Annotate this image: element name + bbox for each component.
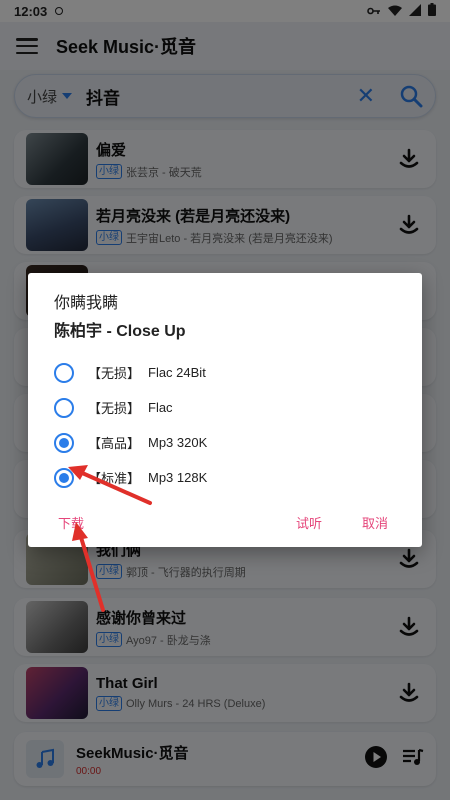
quality-dialog: 你瞒我瞒 陈柏宇 - Close Up 【无损】 Flac 24Bit 【无损】… <box>28 273 422 547</box>
quality-tag: 【高品】 <box>88 436 141 451</box>
radio-button[interactable] <box>54 397 74 418</box>
quality-label: Mp3 320K <box>148 435 208 450</box>
dialog-subtitle: 陈柏宇 - Close Up <box>54 323 186 340</box>
quality-label: Flac 24Bit <box>148 365 206 380</box>
cancel-button[interactable]: 取消 <box>362 513 388 532</box>
quality-tag: 【无损】 <box>88 366 141 381</box>
quality-tag: 【无损】 <box>88 401 141 416</box>
quality-tag: 【标准】 <box>88 471 141 486</box>
radio-button[interactable] <box>54 362 74 383</box>
quality-options: 【无损】 Flac 24Bit 【无损】 Flac 【高品】 Mp3 320K … <box>54 355 396 495</box>
radio-button-selected[interactable] <box>54 467 74 488</box>
quality-option[interactable]: 【无损】 Flac 24Bit <box>54 355 396 390</box>
preview-button[interactable]: 试听 <box>296 513 322 532</box>
dialog-title: 你瞒我瞒 <box>54 295 119 312</box>
quality-option[interactable]: 【无损】 Flac <box>54 390 396 425</box>
quality-option[interactable]: 【标准】 Mp3 128K <box>54 460 396 495</box>
quality-label: Flac <box>148 400 173 415</box>
radio-button[interactable] <box>54 432 74 453</box>
quality-label: Mp3 128K <box>148 470 208 485</box>
quality-option[interactable]: 【高品】 Mp3 320K <box>54 425 396 460</box>
download-button[interactable]: 下载 <box>58 513 84 532</box>
